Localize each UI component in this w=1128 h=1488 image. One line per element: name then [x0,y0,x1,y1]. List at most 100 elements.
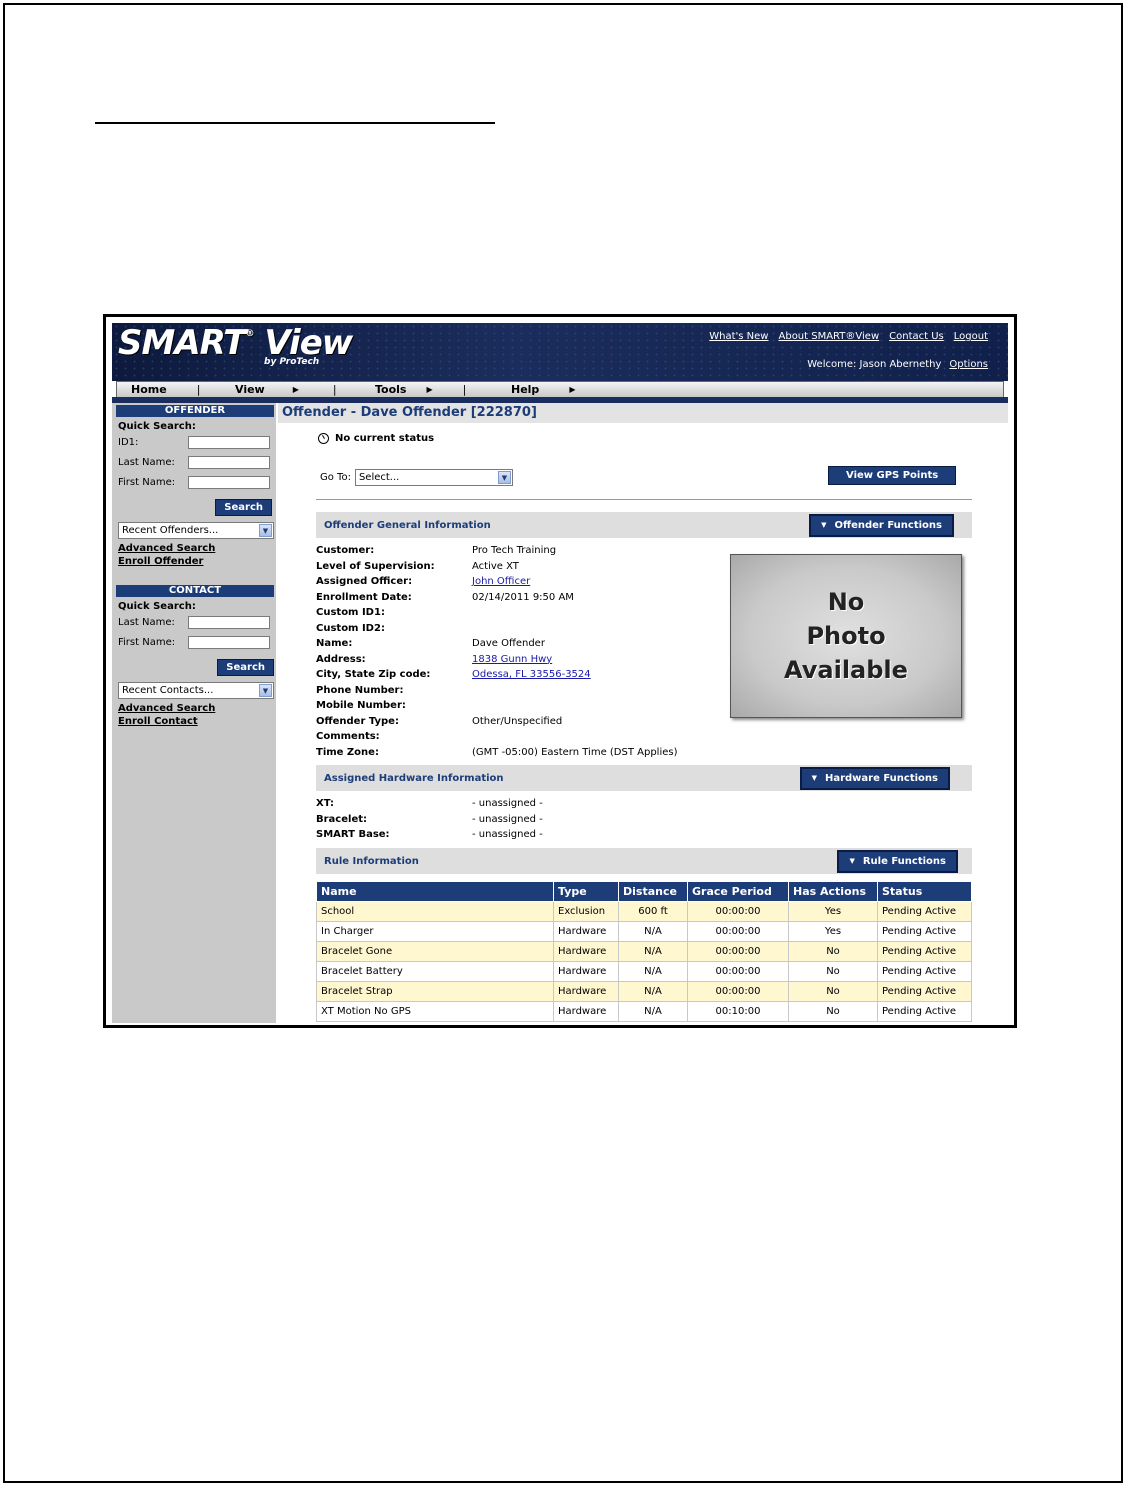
info-row: Comments: [316,729,678,745]
page-title: Offender - Dave Offender [222870] [278,403,1008,423]
chevron-down-icon: ▼ [497,471,511,484]
offender-functions-label: Offender Functions [834,519,942,531]
table-cell: Hardware [553,1001,619,1022]
recent-contacts-select[interactable]: Recent Contacts... ▼ [118,682,274,699]
table-cell: Yes [788,921,878,942]
logout-link[interactable]: Logout [954,331,988,342]
menu-view[interactable]: View ▶ | [221,382,355,397]
col-type[interactable]: Type [553,881,619,902]
enroll-contact-link[interactable]: Enroll Contact [118,716,276,727]
contact-search-button[interactable]: Search [217,659,274,676]
table-cell: No [788,961,878,982]
table-cell: N/A [618,921,688,942]
menu-tools-label: Tools [375,383,407,396]
table-cell: In Charger [316,921,554,942]
view-gps-points-button[interactable]: View GPS Points [828,466,957,485]
main-content: Offender - Dave Offender [222870] No cur… [278,403,1008,1023]
logo-registered: ® [245,329,254,339]
info-value: Pro Tech Training [472,545,557,557]
id1-input[interactable] [188,436,270,449]
offender-search-button[interactable]: Search [215,499,272,516]
enroll-offender-link[interactable]: Enroll Offender [118,556,276,567]
top-links: What's New About SMART®View Contact Us L… [709,331,988,342]
info-label: Level of Supervision: [316,560,435,572]
table-row[interactable]: Bracelet Gone Hardware N/A 00:00:00 No Pendin… [316,941,972,962]
goto-value: Select... [358,472,400,483]
info-row: XT: - unassigned - [316,796,543,812]
goto-select[interactable]: Select... ▼ [354,469,513,486]
contact-search-row: Search [112,655,274,676]
whats-new-link[interactable]: What's New [709,331,768,342]
table-cell: Bracelet Gone [316,941,554,962]
table-cell: Exclusion [553,901,619,922]
contact-advanced-search-link[interactable]: Advanced Search [118,703,276,714]
logo-smart: SMART [118,323,246,363]
info-label: Name: [316,638,353,650]
recent-offenders-select[interactable]: Recent Offenders... ▼ [118,522,274,539]
info-label: XT: [316,798,334,810]
contact-us-link[interactable]: Contact Us [889,331,944,342]
offender-functions-button[interactable]: ▼ Offender Functions [809,513,954,537]
hardware-functions-label: Hardware Functions [824,772,938,784]
about-link[interactable]: About SMART®View [779,331,880,342]
general-info-title: Offender General Information [324,519,491,531]
table-row[interactable]: XT Motion No GPS Hardware N/A 00:10:00 No Pen… [316,1001,972,1022]
contact-quick-search-label: Quick Search: [118,601,196,612]
info-value-link[interactable]: John Officer [472,576,530,587]
last-name-input[interactable] [188,456,270,469]
table-cell: Pending Active [877,941,972,962]
advanced-search-link[interactable]: Advanced Search [118,543,276,554]
info-row: Enrollment Date: 02/14/2011 9:50 AM [316,590,678,606]
table-cell: Hardware [553,981,619,1002]
info-row: Address: 1838 Gunn Hwy [316,652,678,668]
first-name-label: First Name: [118,477,176,488]
section-divider [316,499,972,500]
contact-last-name-input[interactable] [188,616,270,629]
contact-section-header: CONTACT [116,585,274,597]
menu-tools[interactable]: Tools ▶ | [355,382,493,397]
photo-line: Photo [806,622,886,650]
col-grace-period[interactable]: Grace Period [687,881,789,902]
rules-table: Name Type Distance Grace Period Has Acti… [316,881,972,1022]
rules-header-row: Name Type Distance Grace Period Has Acti… [316,881,972,902]
info-label: Bracelet: [316,813,368,825]
table-row[interactable]: Bracelet Strap Hardware N/A 00:00:00 No Pendi… [316,981,972,1002]
info-value: (GMT -05:00) Eastern Time (DST Applies) [472,746,678,758]
chevron-down-icon: ▼ [259,524,272,537]
table-cell: N/A [618,961,688,982]
info-value-link[interactable]: Odessa, FL 33556-3524 [472,669,591,680]
rule-functions-button[interactable]: ▼ Rule Functions [837,849,958,873]
menu-home[interactable]: Home | [117,382,221,397]
options-link[interactable]: Options [949,359,988,370]
first-name-input[interactable] [188,476,270,489]
table-row[interactable]: In Charger Hardware N/A 00:00:00 Yes Pending … [316,921,972,942]
info-row: Level of Supervision: Active XT [316,559,678,575]
hardware-functions-button[interactable]: ▼ Hardware Functions [799,766,950,790]
menu-help[interactable]: Help ▶ [493,382,623,397]
last-name-row: Last Name: [118,455,276,470]
table-row[interactable]: Bracelet Battery Hardware N/A 00:00:00 No Pen… [316,961,972,982]
table-cell: Pending Active [877,921,972,942]
info-label: Comments: [316,731,380,743]
contact-first-name-label: First Name: [118,637,176,648]
menu-arrow-icon: ▶ [292,385,299,394]
info-value: - unassigned - [472,829,543,841]
info-label: Assigned Officer: [316,576,413,588]
table-cell: Hardware [553,921,619,942]
info-label: SMART Base: [316,829,390,841]
table-row[interactable]: School Exclusion 600 ft 00:00:00 Yes Pending … [316,901,972,922]
info-label: Custom ID1: [316,607,385,619]
table-cell: N/A [618,981,688,1002]
main-menu-bar: Home | View ▶ | Tools ▶ | Help ▶ [116,381,1004,398]
info-value: - unassigned - [472,798,543,810]
contact-first-name-input[interactable] [188,636,270,649]
col-status[interactable]: Status [877,881,972,902]
info-value-link[interactable]: 1838 Gunn Hwy [472,654,552,665]
col-distance[interactable]: Distance [618,881,688,902]
info-label: Address: [316,653,366,665]
table-cell: Bracelet Strap [316,981,554,1002]
col-has-actions[interactable]: Has Actions [788,881,878,902]
info-row: SMART Base: - unassigned - [316,827,543,843]
col-name[interactable]: Name [316,881,554,902]
menu-separator: | [462,383,467,396]
